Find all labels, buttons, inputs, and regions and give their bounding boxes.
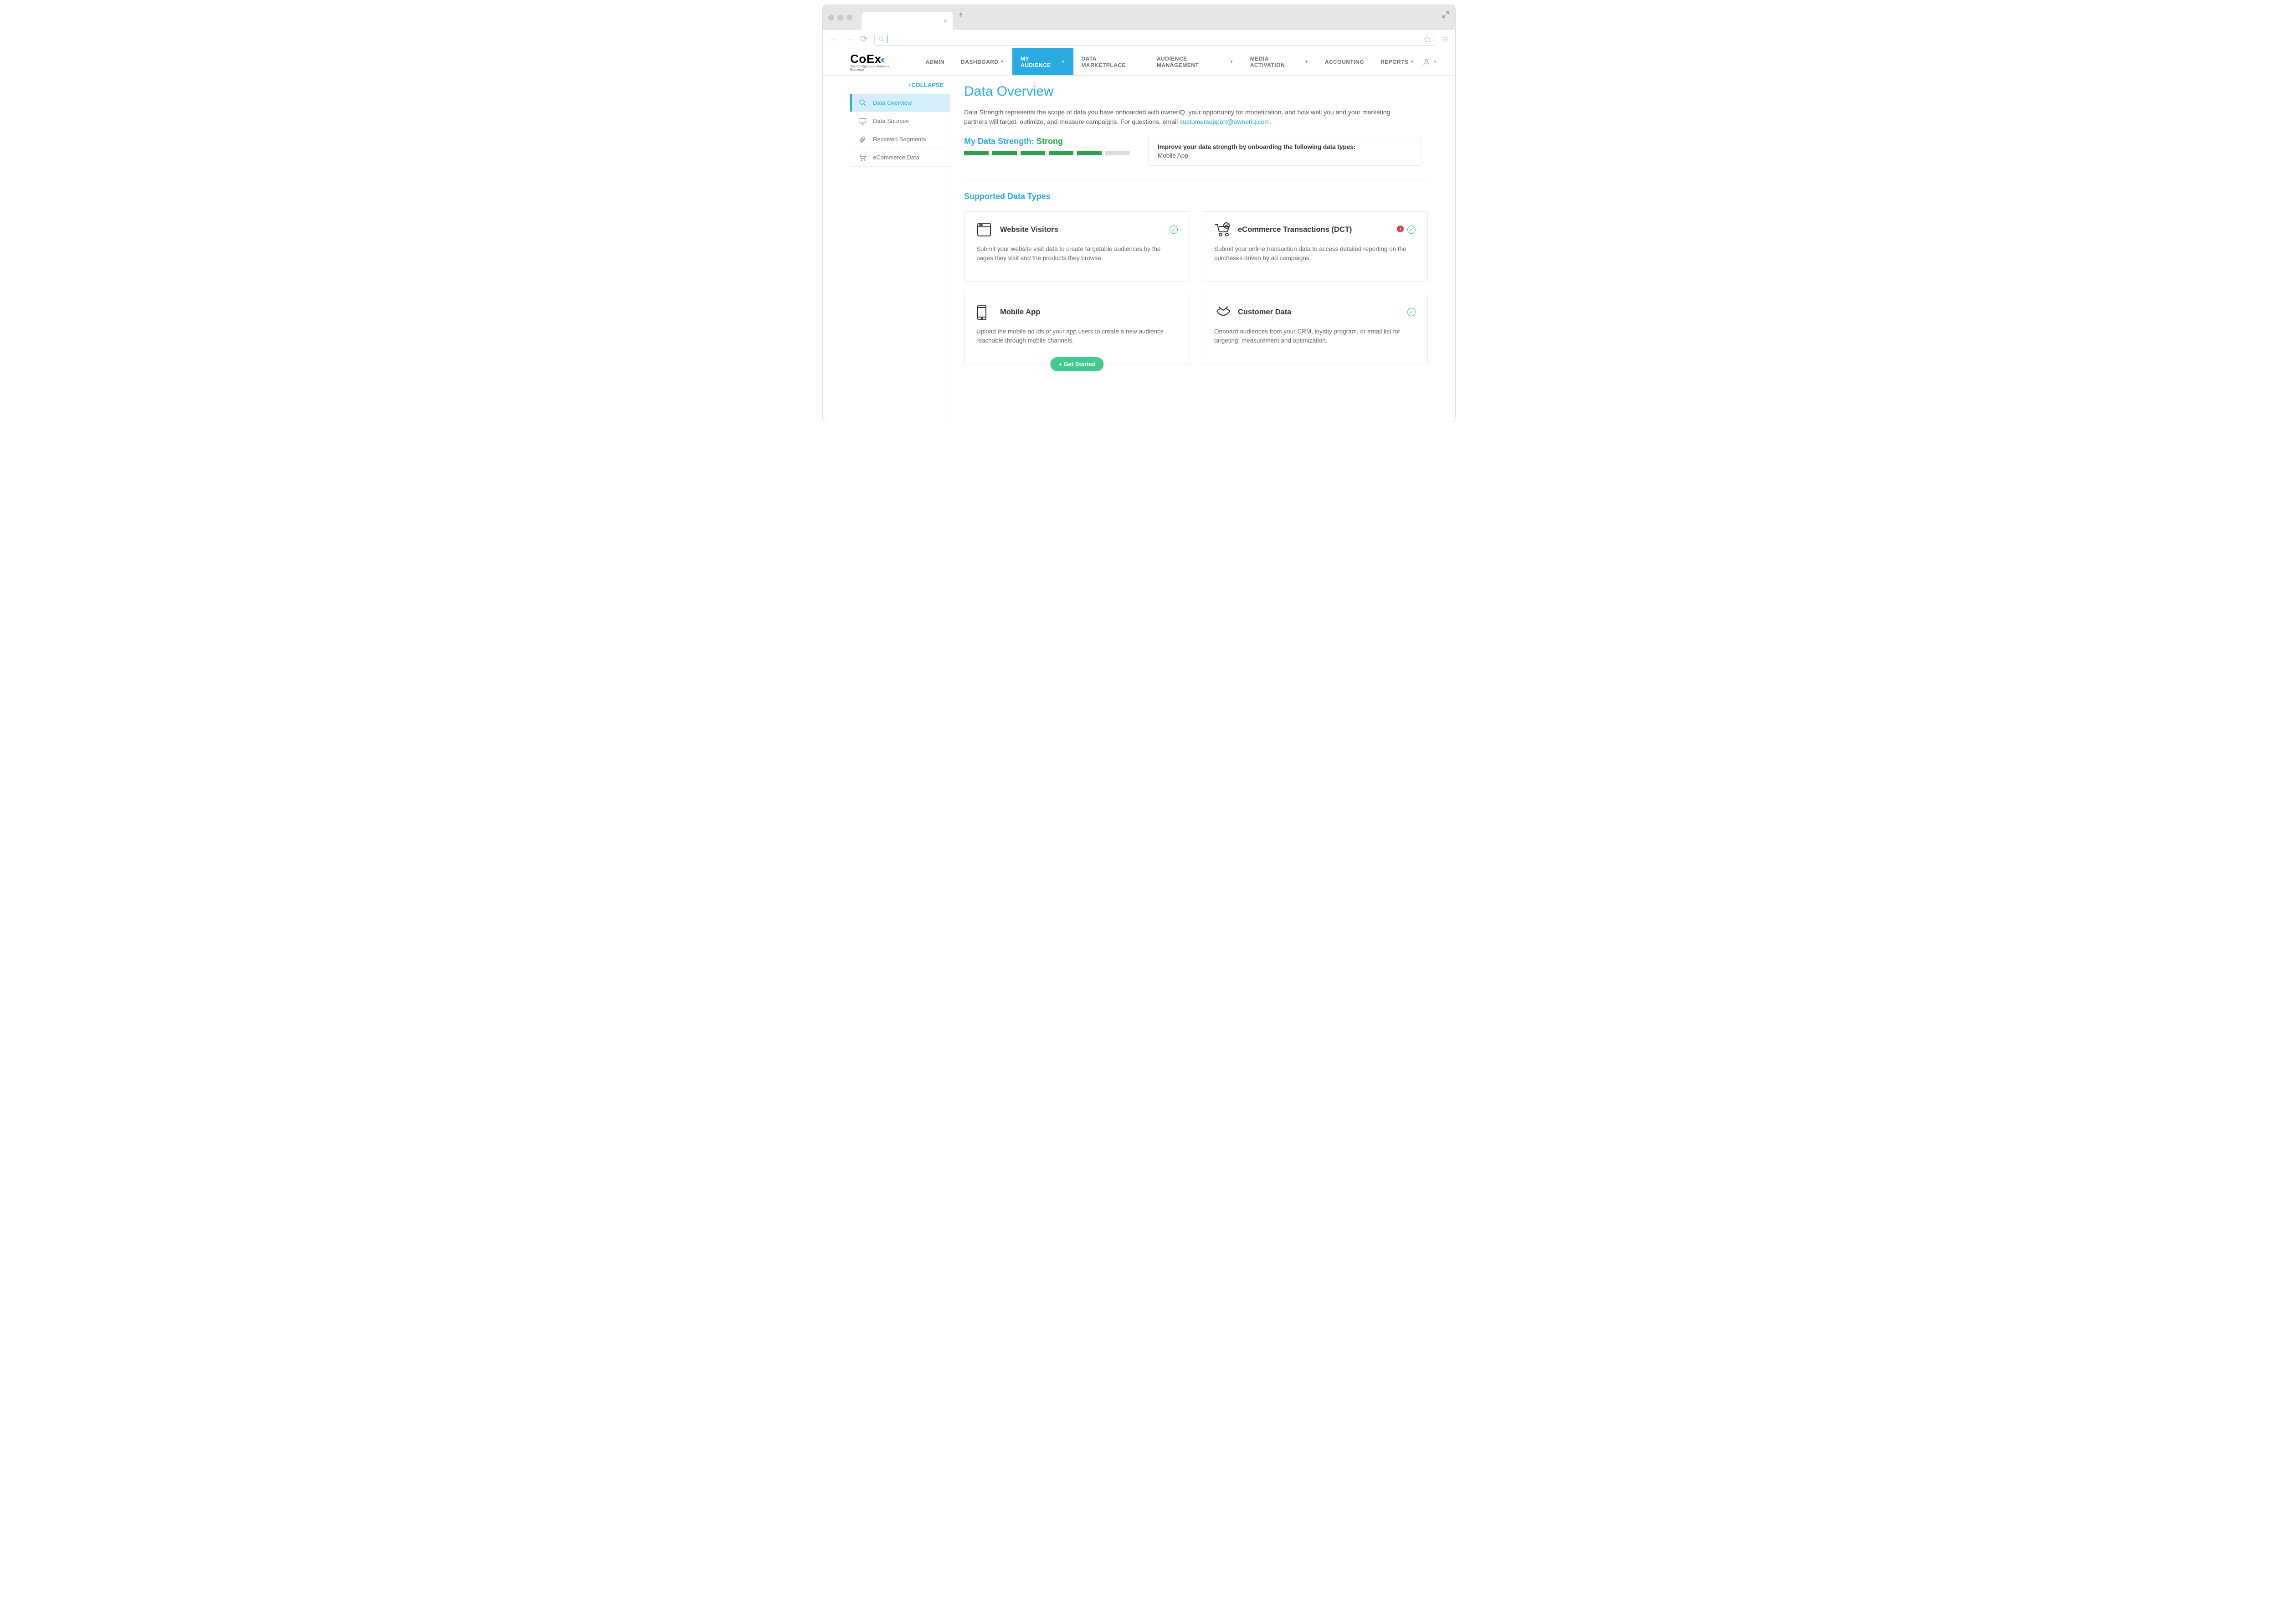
nav-item-reports[interactable]: REPORTS▼ bbox=[1372, 48, 1422, 75]
chevron-down-icon: ▼ bbox=[1304, 60, 1308, 64]
card-title: Mobile App bbox=[1000, 308, 1040, 317]
fullscreen-icon[interactable] bbox=[1442, 11, 1449, 18]
browser-window: × + ← → ⟳ CoEx‹‹‹ The Co-Operative Au bbox=[822, 5, 1456, 422]
data-type-card-mobile-app: Mobile App Upload the mobile ad ids of yo… bbox=[964, 294, 1190, 364]
nav-item-media-activation[interactable]: MEDIA ACTIVATION▼ bbox=[1242, 48, 1317, 75]
card-description: Onboard audiences from your CRM, loyalty… bbox=[1214, 327, 1416, 346]
card-icon bbox=[1214, 304, 1230, 320]
data-strength-heading: My Data Strength: Strong bbox=[964, 137, 1130, 146]
browser-tab-bar: × + bbox=[823, 5, 1455, 30]
sidebar-item-label: Received Segments bbox=[873, 136, 926, 143]
app-top-nav: CoEx‹‹‹ The Co-Operative Audience Exchan… bbox=[823, 48, 1455, 76]
chevron-down-icon: ▼ bbox=[1411, 60, 1414, 64]
chevron-down-icon: ▼ bbox=[1000, 60, 1004, 64]
supported-data-types-heading: Supported Data Types bbox=[964, 192, 1428, 201]
logo-text: Co bbox=[850, 52, 867, 66]
strength-segment bbox=[1077, 151, 1102, 155]
sidebar-item-data-overview[interactable]: Data Overview bbox=[850, 94, 950, 112]
sidebar: ‹ COLLAPSE Data Overview Data Sources Rece… bbox=[850, 76, 950, 422]
sidebar-item-label: eCommerce Data bbox=[873, 154, 919, 161]
user-icon bbox=[1422, 58, 1431, 66]
alert-icon[interactable]: i bbox=[1397, 225, 1404, 232]
data-type-card-customer-data: Customer Data ✓ Onboard audiences from you… bbox=[1202, 294, 1428, 364]
card-title: Website Visitors bbox=[1000, 225, 1058, 234]
card-icon bbox=[1214, 222, 1230, 237]
monitor-icon bbox=[858, 117, 867, 125]
nav-item-accounting[interactable]: ACCOUNTING bbox=[1317, 48, 1372, 75]
chevron-down-icon: ▼ bbox=[1230, 60, 1233, 64]
logo-tagline: The Co-Operative Audience Exchange bbox=[850, 65, 903, 72]
nav-item-my-audience[interactable]: MY AUDIENCE▼ bbox=[1012, 48, 1073, 75]
support-email-link[interactable]: customersupport@owneriq.com bbox=[1180, 118, 1270, 125]
improve-value: Mobile App bbox=[1158, 152, 1412, 159]
logo-chevrons-icon: ‹‹‹ bbox=[880, 54, 882, 65]
chevron-down-icon: ▼ bbox=[1061, 60, 1065, 64]
data-strength-value: Strong bbox=[1036, 137, 1063, 146]
card-description: Upload the mobile ad ids of your app use… bbox=[976, 327, 1178, 346]
back-button[interactable]: ← bbox=[829, 34, 838, 44]
sidebar-item-label: Data Sources bbox=[873, 118, 909, 124]
card-description: Submit your website visit data to create… bbox=[976, 245, 1178, 263]
page-title: Data Overview bbox=[964, 84, 1428, 99]
card-title: eCommerce Transactions (DCT) bbox=[1238, 225, 1352, 234]
chevron-left-icon: ‹ bbox=[908, 82, 910, 88]
check-icon: ✓ bbox=[1170, 225, 1178, 234]
card-title: Customer Data bbox=[1238, 308, 1291, 317]
user-menu[interactable]: ▼ bbox=[1422, 58, 1451, 66]
forward-button[interactable]: → bbox=[845, 34, 854, 44]
strength-segment bbox=[964, 151, 989, 155]
sidebar-item-ecommerce-data[interactable]: eCommerce Data bbox=[850, 149, 950, 167]
sidebar-item-data-sources[interactable]: Data Sources bbox=[850, 112, 950, 130]
coex-logo[interactable]: CoEx‹‹‹ The Co-Operative Audience Exchan… bbox=[850, 52, 903, 72]
chevron-down-icon: ▼ bbox=[1433, 60, 1437, 64]
improve-title: Improve your data strength by onboarding… bbox=[1158, 143, 1412, 150]
cart-icon bbox=[858, 154, 867, 162]
page-intro: Data Strength represents the scope of da… bbox=[964, 108, 1401, 127]
data-strength-meter bbox=[964, 151, 1130, 155]
check-icon: ✓ bbox=[1407, 308, 1416, 316]
browser-menu-icon[interactable] bbox=[1442, 36, 1449, 43]
collapse-label: COLLAPSE bbox=[911, 82, 944, 88]
strength-segment bbox=[1105, 151, 1130, 155]
check-icon: ✓ bbox=[1407, 225, 1416, 234]
reload-button[interactable]: ⟳ bbox=[860, 33, 868, 45]
strength-segment bbox=[1049, 151, 1073, 155]
strength-segment bbox=[1021, 151, 1045, 155]
nav-item-audience-management[interactable]: AUDIENCE MANAGEMENT▼ bbox=[1149, 48, 1242, 75]
window-controls[interactable] bbox=[828, 15, 852, 20]
card-description: Submit your online transaction data to a… bbox=[1214, 245, 1416, 263]
sidebar-item-label: Data Overview bbox=[873, 99, 912, 106]
data-type-card-website-visitors: Website Visitors ✓ Submit your website vis… bbox=[964, 211, 1190, 282]
address-bar[interactable] bbox=[874, 33, 1435, 46]
search-icon bbox=[858, 99, 867, 107]
browser-tab[interactable]: × bbox=[862, 12, 953, 30]
get-started-button[interactable]: + Get Started bbox=[1050, 357, 1103, 371]
new-tab-button[interactable]: + bbox=[958, 10, 964, 20]
nav-item-admin[interactable]: ADMIN bbox=[917, 48, 953, 75]
nav-item-dashboard[interactable]: DASHBOARD▼ bbox=[953, 48, 1012, 75]
search-icon bbox=[878, 36, 884, 42]
improve-data-box: Improve your data strength by onboarding… bbox=[1148, 137, 1421, 166]
bookmark-icon[interactable] bbox=[1424, 36, 1431, 43]
sidebar-collapse-button[interactable]: ‹ COLLAPSE bbox=[850, 76, 950, 94]
sidebar-item-received-segments[interactable]: Received Segments bbox=[850, 130, 950, 149]
browser-toolbar: ← → ⟳ bbox=[823, 30, 1455, 48]
data-type-card-ecommerce-transactions-dct-: eCommerce Transactions (DCT) i✓ Submit you… bbox=[1202, 211, 1428, 282]
clip-icon bbox=[858, 135, 867, 143]
main-content: Data Overview Data Strength represents t… bbox=[950, 76, 1455, 422]
strength-segment bbox=[992, 151, 1017, 155]
card-icon bbox=[976, 304, 992, 320]
text-cursor bbox=[887, 36, 888, 43]
card-icon bbox=[976, 222, 992, 237]
nav-item-data-marketplace[interactable]: DATA MARKETPLACE bbox=[1073, 48, 1149, 75]
close-tab-icon[interactable]: × bbox=[944, 17, 947, 25]
